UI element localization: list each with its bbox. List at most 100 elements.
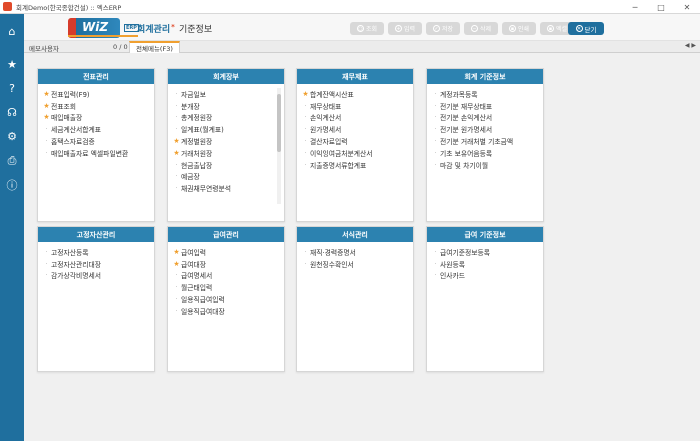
- toolbar-button-2[interactable]: ✓ 저장: [426, 22, 460, 35]
- nav-main-menu[interactable]: 회계관리: [137, 22, 174, 35]
- toolbar-button-0[interactable]: ○ 조회: [350, 22, 384, 35]
- tab-scroll-arrows[interactable]: ◀ ▶: [685, 42, 696, 49]
- home-icon[interactable]: ⌂: [5, 24, 19, 38]
- menu-item[interactable]: · 결산자료입력: [301, 135, 409, 147]
- menu-item-label: 계정과목등록: [440, 90, 478, 99]
- menu-item[interactable]: · 지출증명서류합계표: [301, 159, 409, 171]
- bullet-icon: ·: [434, 101, 437, 110]
- menu-panel-3: 회계 기준정보 · 계정과목등록 · 전기분 재무상태표 · 전기분 손익계산서 · 전기분 원…: [426, 68, 544, 222]
- favorite-star-icon: ★: [173, 259, 180, 268]
- star-icon[interactable]: ★: [5, 57, 19, 71]
- menu-item-label: 계정별원장: [181, 138, 213, 147]
- menu-item[interactable]: · 마감 및 차기이월: [431, 159, 539, 171]
- bullet-icon: ·: [175, 160, 178, 169]
- toolbar: ○ 조회 + 입력 ✓ 저장 − 삭제 ▪ 인쇄 ▪ 엑셀: [350, 22, 574, 35]
- menu-item-label: 세금계산서합계표: [51, 126, 102, 135]
- menu-item[interactable]: · 홈택스자료검증: [42, 135, 150, 147]
- menu-item[interactable]: · 일용직급여입력: [172, 293, 280, 305]
- menu-item[interactable]: · 감가상각비명세서: [42, 270, 150, 282]
- close-button-label: 닫기: [584, 25, 597, 34]
- toolbar-button-3[interactable]: − 삭제: [464, 22, 498, 35]
- menu-item[interactable]: · 전기분 거래처별 기초금액: [431, 135, 539, 147]
- toolbar-button-4[interactable]: ▪ 인쇄: [502, 22, 536, 35]
- menu-item[interactable]: · 고정자산관리대장: [42, 258, 150, 270]
- menu-item[interactable]: · 자금일보: [172, 88, 280, 100]
- menu-item[interactable]: ★ 거래처원장: [172, 147, 280, 159]
- close-button[interactable]: ✕ 닫기: [568, 22, 604, 35]
- menu-item-label: 합계잔액시산표: [310, 90, 354, 99]
- headset-icon[interactable]: ☊: [5, 105, 19, 119]
- menu-item[interactable]: · 월근태입력: [172, 281, 280, 293]
- menu-item[interactable]: · 세금계산서합계표: [42, 123, 150, 135]
- menu-item[interactable]: · 급여명세서: [172, 270, 280, 282]
- nav-sub-menu[interactable]: 기준정보: [179, 22, 212, 35]
- menu-item[interactable]: ★ 합계잔액시산표: [301, 88, 409, 100]
- menu-item[interactable]: ★ 전표조회: [42, 100, 150, 112]
- menu-item[interactable]: · 매입매출자료 엑셀파일변환: [42, 147, 150, 159]
- menu-item-label: 이익잉여금처분계산서: [310, 149, 373, 158]
- memo-user-label[interactable]: 메모사용자: [29, 43, 59, 53]
- menu-item[interactable]: · 재직·경력증명서: [301, 246, 409, 258]
- help-icon[interactable]: ?: [5, 81, 19, 95]
- menu-item[interactable]: · 전기분 손익계산서: [431, 112, 539, 124]
- menu-item-label: 현금출납장: [181, 161, 213, 170]
- menu-item[interactable]: ★ 계정별원장: [172, 135, 280, 147]
- printer-icon[interactable]: ⎙: [5, 154, 19, 168]
- menu-item[interactable]: · 분개장: [172, 100, 280, 112]
- menu-item[interactable]: · 손익계산서: [301, 112, 409, 124]
- panel-item-list: ★ 급여입력 ★ 급여대장 · 급여명세서 · 월근태입력 · 일용직급여입력 · 일용직급여대장: [168, 242, 284, 317]
- bullet-icon: ·: [175, 283, 178, 292]
- tab-all-menu[interactable]: 전체메뉴(F3): [129, 41, 180, 53]
- menu-panel-1: 회계장부 · 자금일보 · 분개장 · 총계정원장 · 일계표(월계표) ★ 계정별원장 ★ 거래처원장…: [167, 68, 285, 222]
- menu-item-label: 지출증명서류합계표: [310, 161, 367, 170]
- menu-item[interactable]: · 이익잉여금처분계산서: [301, 147, 409, 159]
- menu-item[interactable]: ★ 급여대장: [172, 258, 280, 270]
- app-header: WiZ ERP 회계관리 기준정보 ○조회+입력✓저장−삭제▪인쇄▪엑셀 ✕ 닫…: [24, 14, 700, 41]
- menu-item-label: 재무상태표: [310, 102, 342, 111]
- menu-item[interactable]: · 총계정원장: [172, 112, 280, 124]
- menu-item[interactable]: · 사원등록: [431, 258, 539, 270]
- toolbar-button-label: 저장: [441, 26, 454, 33]
- menu-item-label: 인사카드: [440, 272, 466, 281]
- bullet-icon: ·: [175, 306, 178, 315]
- gear-icon[interactable]: ⚙: [5, 129, 19, 143]
- minimize-icon[interactable]: ─: [622, 0, 648, 14]
- menu-item[interactable]: · 전기분 재무상태표: [431, 100, 539, 112]
- toolbar-button-1[interactable]: + 입력: [388, 22, 422, 35]
- menu-item-label: 일용직급여입력: [181, 296, 225, 305]
- info-icon[interactable]: ⓘ: [5, 178, 19, 192]
- bullet-icon: ·: [304, 259, 307, 268]
- menu-item[interactable]: ★ 급여입력: [172, 246, 280, 258]
- bullet-icon: ·: [434, 113, 437, 122]
- menu-item[interactable]: · 일계표(월계표): [172, 123, 280, 135]
- menu-item[interactable]: ★ 전표입력(F9): [42, 88, 150, 100]
- bullet-icon: ·: [304, 148, 307, 157]
- menu-item-label: 전표입력(F9): [51, 90, 90, 99]
- menu-item[interactable]: · 원가명세서: [301, 123, 409, 135]
- menu-item[interactable]: · 현금출납장: [172, 159, 280, 171]
- maximize-icon[interactable]: □: [648, 0, 674, 14]
- panel-scrollbar[interactable]: [277, 88, 281, 204]
- bullet-icon: ·: [304, 101, 307, 110]
- bullet-icon: ·: [45, 137, 48, 146]
- menu-item[interactable]: · 예금장: [172, 171, 280, 183]
- menu-item-label: 결산자료입력: [310, 138, 348, 147]
- close-window-icon[interactable]: ✕: [674, 0, 700, 14]
- menu-item[interactable]: ★ 매입매출장: [42, 112, 150, 124]
- bullet-icon: ·: [304, 160, 307, 169]
- bullet-icon: ·: [175, 172, 178, 181]
- menu-item[interactable]: · 계정과목등록: [431, 88, 539, 100]
- menu-item[interactable]: · 전기분 원가명세서: [431, 123, 539, 135]
- scrollbar-thumb[interactable]: [277, 94, 281, 152]
- menu-item[interactable]: · 채권채무연령분석: [172, 182, 280, 194]
- panel-title: 재무제표: [297, 69, 413, 84]
- menu-item-label: 분개장: [181, 102, 200, 111]
- menu-item[interactable]: · 원천징수확인서: [301, 258, 409, 270]
- menu-item[interactable]: · 인사카드: [431, 270, 539, 282]
- menu-item-label: 매입매출자료 엑셀파일변환: [51, 149, 129, 158]
- menu-item[interactable]: · 일용직급여대장: [172, 305, 280, 317]
- menu-item[interactable]: · 급여기준정보등록: [431, 246, 539, 258]
- menu-item[interactable]: · 기초 보유어음등록: [431, 147, 539, 159]
- menu-item[interactable]: · 재무상태표: [301, 100, 409, 112]
- menu-item[interactable]: · 고정자산등록: [42, 246, 150, 258]
